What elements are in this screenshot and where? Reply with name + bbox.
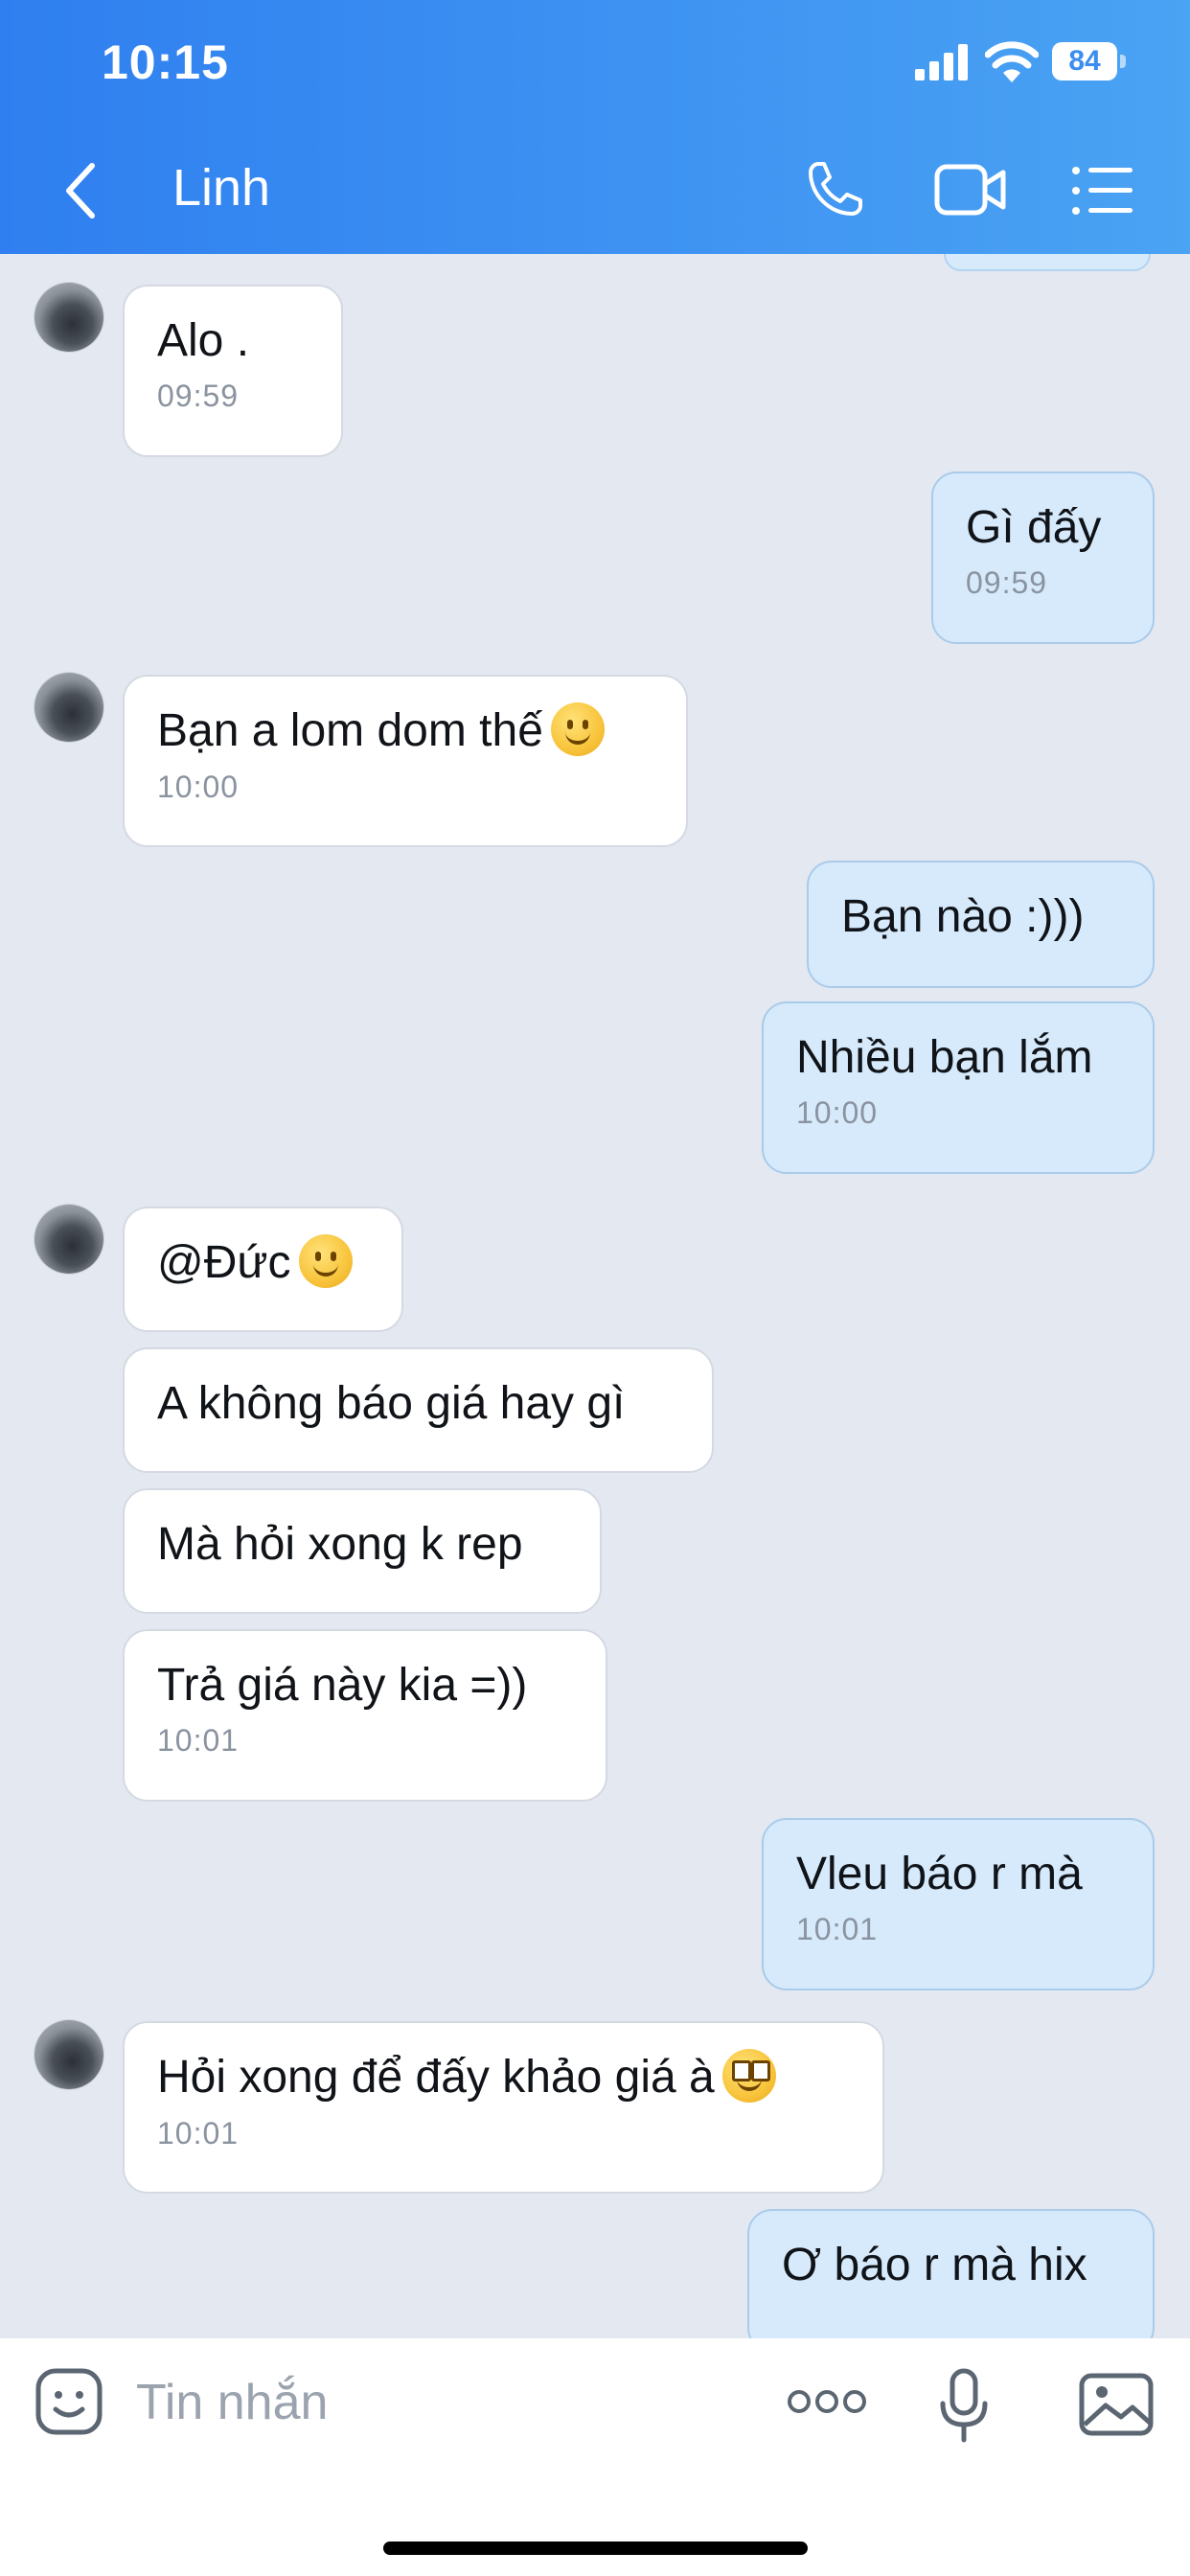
cellular-signal-icon <box>915 44 968 80</box>
microphone-icon[interactable] <box>937 2367 991 2444</box>
chat-title[interactable]: Linh <box>172 158 270 218</box>
avatar[interactable] <box>34 673 103 742</box>
message-text: Nhiều bạn lắm <box>796 1032 1093 1083</box>
message-time: 09:59 <box>157 379 240 413</box>
message-bubble-incoming[interactable]: Trả giá này kia =)) 10:01 <box>123 1629 607 1802</box>
message-text: Bạn nào :))) <box>841 891 1085 942</box>
chat-header: 10:15 84 Linh <box>0 0 1190 254</box>
message-list[interactable]: Alo . 09:59 Gì đấy 09:59 Bạn a lom dom t… <box>0 254 1190 2338</box>
composer-bar <box>0 2338 1190 2576</box>
message-text: Bạn a lom dom thế <box>157 705 543 756</box>
message-text: Mà hỏi xong k rep <box>157 1519 523 1570</box>
message-time: 10:01 <box>157 2116 240 2151</box>
message-bubble-incoming[interactable]: Mà hỏi xong k rep <box>123 1488 602 1614</box>
message-time: 10:01 <box>796 1912 879 1946</box>
battery-icon: 84 <box>1052 42 1127 80</box>
message-bubble-incoming[interactable]: Alo . 09:59 <box>123 285 343 457</box>
more-dots-icon[interactable] <box>786 2386 868 2417</box>
smile-emoji-icon <box>298 1234 353 1289</box>
image-icon[interactable] <box>1079 2373 1154 2436</box>
back-arrow-icon[interactable] <box>57 158 105 223</box>
message-text: Gì đấy <box>966 502 1102 553</box>
avatar[interactable] <box>34 283 103 352</box>
message-bubble-outgoing[interactable]: Ơ báo r mà hix <box>747 2209 1155 2338</box>
smile-emoji-icon <box>550 702 605 757</box>
message-text: @Đức <box>157 1237 291 1288</box>
wifi-icon <box>985 41 1039 82</box>
message-text: Ơ báo r mà hix <box>782 2240 1087 2290</box>
message-time: 10:00 <box>796 1095 879 1130</box>
sticker-icon[interactable] <box>34 2367 103 2436</box>
home-indicator <box>383 2542 808 2555</box>
goofy-emoji-icon <box>721 2049 776 2104</box>
message-time: 09:59 <box>966 565 1048 600</box>
message-bubble-incoming[interactable]: Hỏi xong để đấy khảo giá à 10:01 <box>123 2021 884 2194</box>
message-text: Vleu báo r mà <box>796 1849 1083 1899</box>
message-text: Hỏi xong để đấy khảo giá à <box>157 2052 715 2103</box>
message-bubble-outgoing[interactable]: Vleu báo r mà 10:01 <box>762 1818 1155 1990</box>
avatar[interactable] <box>34 1205 103 1274</box>
status-time: 10:15 <box>102 35 229 89</box>
message-text: Alo . <box>157 315 250 366</box>
message-bubble-outgoing[interactable]: Bạn nào :))) <box>807 861 1155 988</box>
phone-icon[interactable] <box>805 158 866 219</box>
video-camera-icon[interactable] <box>934 161 1007 218</box>
message-bubble-incoming[interactable]: Bạn a lom dom thế 10:00 <box>123 675 688 847</box>
message-text: Trả giá này kia =)) <box>157 1660 528 1711</box>
list-menu-icon[interactable] <box>1071 165 1134 217</box>
avatar[interactable] <box>34 2020 103 2089</box>
message-time: 10:01 <box>157 1723 240 1758</box>
previous-message-edge <box>944 254 1151 271</box>
message-bubble-incoming[interactable]: A không báo giá hay gì <box>123 1347 714 1473</box>
message-bubble-outgoing[interactable]: Nhiều bạn lắm 10:00 <box>762 1001 1155 1174</box>
message-time: 10:00 <box>157 770 240 805</box>
message-input[interactable] <box>134 2365 732 2440</box>
message-bubble-outgoing[interactable]: Gì đấy 09:59 <box>931 472 1155 644</box>
message-text: A không báo giá hay gì <box>157 1378 626 1429</box>
message-bubble-incoming[interactable]: @Đức <box>123 1207 403 1332</box>
battery-level: 84 <box>1052 42 1117 80</box>
